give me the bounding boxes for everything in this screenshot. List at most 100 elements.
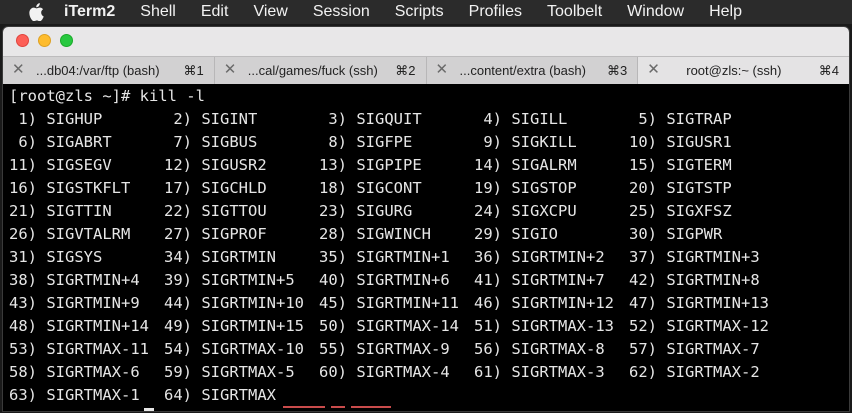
signal-entry: 20) SIGTSTP bbox=[629, 179, 732, 197]
signal-entry: 43) SIGRTMIN+9 bbox=[9, 294, 140, 312]
menu-view[interactable]: View bbox=[253, 3, 287, 21]
tab-session-2[interactable]: ✕ ...cal/games/fuck (ssh) ⌘2 bbox=[215, 57, 427, 84]
zoom-window-button[interactable] bbox=[60, 34, 73, 47]
signal-entry: 22) SIGTTOU bbox=[164, 202, 267, 220]
signal-entry: 48) SIGRTMIN+14 bbox=[9, 317, 149, 335]
menu-session[interactable]: Session bbox=[313, 3, 370, 21]
signal-entry: 17) SIGCHLD bbox=[164, 179, 267, 197]
signal-entry: 21) SIGTTIN bbox=[9, 202, 112, 220]
menu-toolbelt[interactable]: Toolbelt bbox=[547, 3, 602, 21]
signal-entry: 46) SIGRTMIN+12 bbox=[474, 294, 614, 312]
tab-title: root@zls:~ (ssh) bbox=[686, 63, 782, 78]
signal-entry: 8) SIGFPE bbox=[319, 133, 413, 151]
close-window-button[interactable] bbox=[16, 34, 29, 47]
signal-entry: 53) SIGRTMAX-11 bbox=[9, 340, 149, 358]
signal-entry: 54) SIGRTMAX-10 bbox=[164, 340, 304, 358]
minimize-window-button[interactable] bbox=[38, 34, 51, 47]
signal-entry: 31) SIGSYS bbox=[9, 248, 103, 266]
apple-logo-icon[interactable] bbox=[27, 3, 45, 21]
tab-shortcut: ⌘4 bbox=[818, 63, 839, 78]
shell-prompt-command: [root@zls ~]# kill -l bbox=[9, 87, 205, 105]
signal-entry: 5) SIGTRAP bbox=[629, 110, 732, 128]
signal-entry: 34) SIGRTMIN bbox=[164, 248, 276, 266]
signal-entry: 38) SIGRTMIN+4 bbox=[9, 271, 140, 289]
signal-entry: 51) SIGRTMAX-13 bbox=[474, 317, 614, 335]
signal-entry: 15) SIGTERM bbox=[629, 156, 732, 174]
signal-entry: 41) SIGRTMIN+7 bbox=[474, 271, 605, 289]
signal-entry: 40) SIGRTMIN+6 bbox=[319, 271, 450, 289]
signal-entry: 56) SIGRTMAX-8 bbox=[474, 340, 605, 358]
iterm-window: ✕ ...db04:/var/ftp (bash) ⌘1 ✕ ...cal/ga… bbox=[2, 26, 850, 412]
menu-iterm2[interactable]: iTerm2 bbox=[64, 3, 115, 21]
macos-menu-bar: iTerm2 Shell Edit View Session Scripts P… bbox=[0, 0, 852, 24]
tab-shortcut: ⌘2 bbox=[395, 63, 416, 78]
signal-entry: 62) SIGRTMAX-2 bbox=[629, 363, 760, 381]
signal-entry: 45) SIGRTMIN+11 bbox=[319, 294, 459, 312]
signal-entry: 60) SIGRTMAX-4 bbox=[319, 363, 450, 381]
signal-entry: 3) SIGQUIT bbox=[319, 110, 422, 128]
close-tab-icon[interactable]: ✕ bbox=[647, 62, 660, 77]
signal-entry: 37) SIGRTMIN+3 bbox=[629, 248, 760, 266]
window-titlebar[interactable] bbox=[3, 27, 849, 56]
close-tab-icon[interactable]: ✕ bbox=[12, 62, 25, 77]
signal-entry: 61) SIGRTMAX-3 bbox=[474, 363, 605, 381]
signal-entry: 42) SIGRTMIN+8 bbox=[629, 271, 760, 289]
tab-shortcut: ⌘3 bbox=[607, 63, 628, 78]
tab-shortcut: ⌘1 bbox=[183, 63, 204, 78]
signal-entry: 11) SIGSEGV bbox=[9, 156, 112, 174]
signal-entry: 19) SIGSTOP bbox=[474, 179, 577, 197]
menu-shell[interactable]: Shell bbox=[140, 3, 176, 21]
signal-entry: 4) SIGILL bbox=[474, 110, 568, 128]
tab-session-4-active[interactable]: ✕ root@zls:~ (ssh) ⌘4 bbox=[638, 57, 849, 84]
signal-entry: 30) SIGPWR bbox=[629, 225, 723, 243]
cut-off-text-line bbox=[283, 406, 443, 410]
signal-entry: 13) SIGPIPE bbox=[319, 156, 422, 174]
signal-entry: 47) SIGRTMIN+13 bbox=[629, 294, 769, 312]
tab-title: ...cal/games/fuck (ssh) bbox=[247, 63, 378, 78]
signal-list: 1) SIGHUP 2) SIGINT 3) SIGQUIT 4) SIGILL… bbox=[9, 110, 849, 409]
signal-entry: 49) SIGRTMIN+15 bbox=[164, 317, 304, 335]
signal-entry: 10) SIGUSR1 bbox=[629, 133, 732, 151]
signal-entry: 14) SIGALRM bbox=[474, 156, 577, 174]
signal-entry: 23) SIGURG bbox=[319, 202, 413, 220]
signal-entry: 58) SIGRTMAX-6 bbox=[9, 363, 140, 381]
signal-entry: 28) SIGWINCH bbox=[319, 225, 431, 243]
signal-entry: 1) SIGHUP bbox=[9, 110, 103, 128]
terminal-output[interactable]: [root@zls ~]# kill -l 1) SIGHUP 2) SIGIN… bbox=[3, 84, 849, 411]
menu-edit[interactable]: Edit bbox=[201, 3, 229, 21]
tab-title: ...content/extra (bash) bbox=[459, 63, 586, 78]
signal-entry: 36) SIGRTMIN+2 bbox=[474, 248, 605, 266]
signal-entry: 50) SIGRTMAX-14 bbox=[319, 317, 459, 335]
signal-entry: 44) SIGRTMIN+10 bbox=[164, 294, 304, 312]
menu-help[interactable]: Help bbox=[709, 3, 742, 21]
signal-entry: 16) SIGSTKFLT bbox=[9, 179, 131, 197]
tab-session-3[interactable]: ✕ ...content/extra (bash) ⌘3 bbox=[427, 57, 639, 84]
signal-entry: 18) SIGCONT bbox=[319, 179, 422, 197]
window-controls bbox=[16, 34, 73, 47]
signal-entry: 9) SIGKILL bbox=[474, 133, 577, 151]
signal-entry: 24) SIGXCPU bbox=[474, 202, 577, 220]
tab-bar: ✕ ...db04:/var/ftp (bash) ⌘1 ✕ ...cal/ga… bbox=[3, 56, 849, 85]
tab-title: ...db04:/var/ftp (bash) bbox=[36, 63, 160, 78]
signal-entry: 59) SIGRTMAX-5 bbox=[164, 363, 295, 381]
signal-entry: 52) SIGRTMAX-12 bbox=[629, 317, 769, 335]
signal-entry: 57) SIGRTMAX-7 bbox=[629, 340, 760, 358]
signal-entry: 7) SIGBUS bbox=[164, 133, 258, 151]
menu-profiles[interactable]: Profiles bbox=[469, 3, 522, 21]
menu-window[interactable]: Window bbox=[627, 3, 684, 21]
menu-scripts[interactable]: Scripts bbox=[395, 3, 444, 21]
tab-session-1[interactable]: ✕ ...db04:/var/ftp (bash) ⌘1 bbox=[3, 57, 215, 84]
signal-entry: 25) SIGXFSZ bbox=[629, 202, 732, 220]
terminal-cursor bbox=[144, 408, 154, 411]
signal-entry: 2) SIGINT bbox=[164, 110, 258, 128]
signal-entry: 35) SIGRTMIN+1 bbox=[319, 248, 450, 266]
signal-entry: 12) SIGUSR2 bbox=[164, 156, 267, 174]
close-tab-icon[interactable]: ✕ bbox=[436, 62, 449, 77]
signal-entry: 6) SIGABRT bbox=[9, 133, 112, 151]
signal-entry: 55) SIGRTMAX-9 bbox=[319, 340, 450, 358]
signal-entry: 27) SIGPROF bbox=[164, 225, 267, 243]
signal-entry: 63) SIGRTMAX-1 bbox=[9, 386, 140, 404]
signal-entry: 26) SIGVTALRM bbox=[9, 225, 131, 243]
close-tab-icon[interactable]: ✕ bbox=[224, 62, 237, 77]
signal-entry: 29) SIGIO bbox=[474, 225, 558, 243]
